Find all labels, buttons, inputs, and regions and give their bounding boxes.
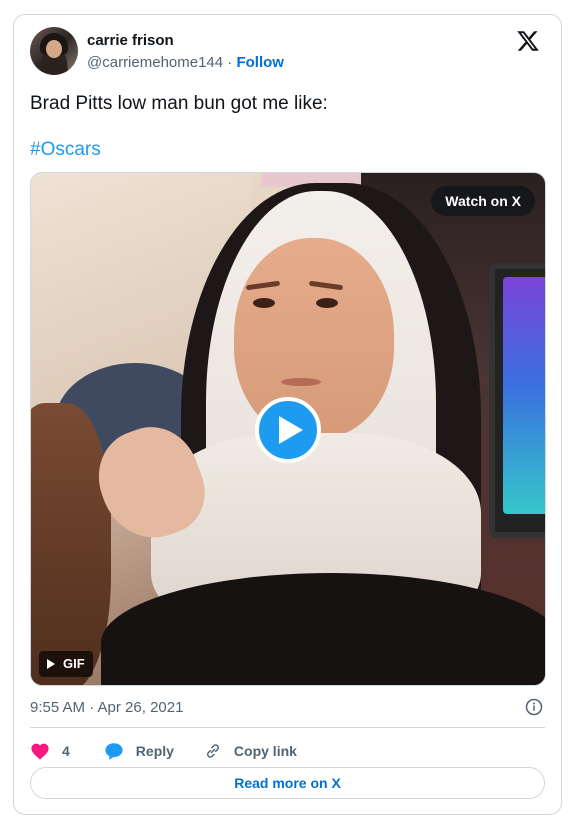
gif-play-icon bbox=[47, 659, 55, 669]
tweet-card: carrie frison @carriemehome144 · Follow … bbox=[13, 14, 562, 815]
background-screen bbox=[489, 263, 545, 538]
tweet-header: carrie frison @carriemehome144 · Follow bbox=[30, 27, 545, 79]
watch-on-x-button[interactable]: Watch on X bbox=[431, 186, 535, 216]
info-icon[interactable] bbox=[525, 698, 543, 716]
read-more-button[interactable]: Read more on X bbox=[30, 767, 545, 799]
left-eye bbox=[253, 298, 275, 308]
separator-dot: · bbox=[227, 54, 233, 71]
action-bar: 4 Reply Copy link bbox=[30, 737, 545, 765]
reply-button[interactable]: Reply bbox=[104, 742, 174, 760]
hashtag-link[interactable]: #Oscars bbox=[30, 139, 101, 161]
play-icon bbox=[279, 416, 303, 444]
follow-link[interactable]: Follow bbox=[236, 54, 284, 71]
heart-icon bbox=[31, 743, 49, 760]
link-icon bbox=[206, 744, 219, 758]
play-button[interactable] bbox=[255, 397, 321, 463]
author-handle[interactable]: @carriemehome144 bbox=[87, 54, 223, 71]
gif-label: GIF bbox=[63, 656, 85, 671]
like-button[interactable]: 4 bbox=[30, 742, 70, 760]
author-name[interactable]: carrie frison bbox=[87, 32, 174, 49]
tweet-timestamp[interactable]: 9:55 AM · Apr 26, 2021 bbox=[30, 699, 183, 716]
reply-label: Reply bbox=[135, 743, 174, 759]
avatar[interactable] bbox=[30, 27, 78, 75]
right-eye bbox=[316, 298, 338, 308]
mouth bbox=[281, 378, 321, 386]
gif-badge: GIF bbox=[39, 651, 93, 677]
reply-bubble-icon bbox=[105, 743, 123, 760]
like-count: 4 bbox=[62, 743, 70, 759]
foreground-hair bbox=[31, 403, 111, 685]
divider bbox=[30, 727, 545, 728]
tweet-text: Brad Pitts low man bun got me like: bbox=[30, 93, 328, 114]
copy-link-button[interactable]: Copy link bbox=[204, 742, 297, 760]
copy-link-label: Copy link bbox=[233, 743, 297, 759]
gif-media[interactable]: Watch on X GIF bbox=[30, 172, 546, 686]
x-logo-icon[interactable] bbox=[515, 29, 541, 53]
nun-face bbox=[234, 238, 394, 438]
avatar-face bbox=[46, 40, 62, 58]
author-handle-line: @carriemehome144 · Follow bbox=[87, 54, 284, 71]
